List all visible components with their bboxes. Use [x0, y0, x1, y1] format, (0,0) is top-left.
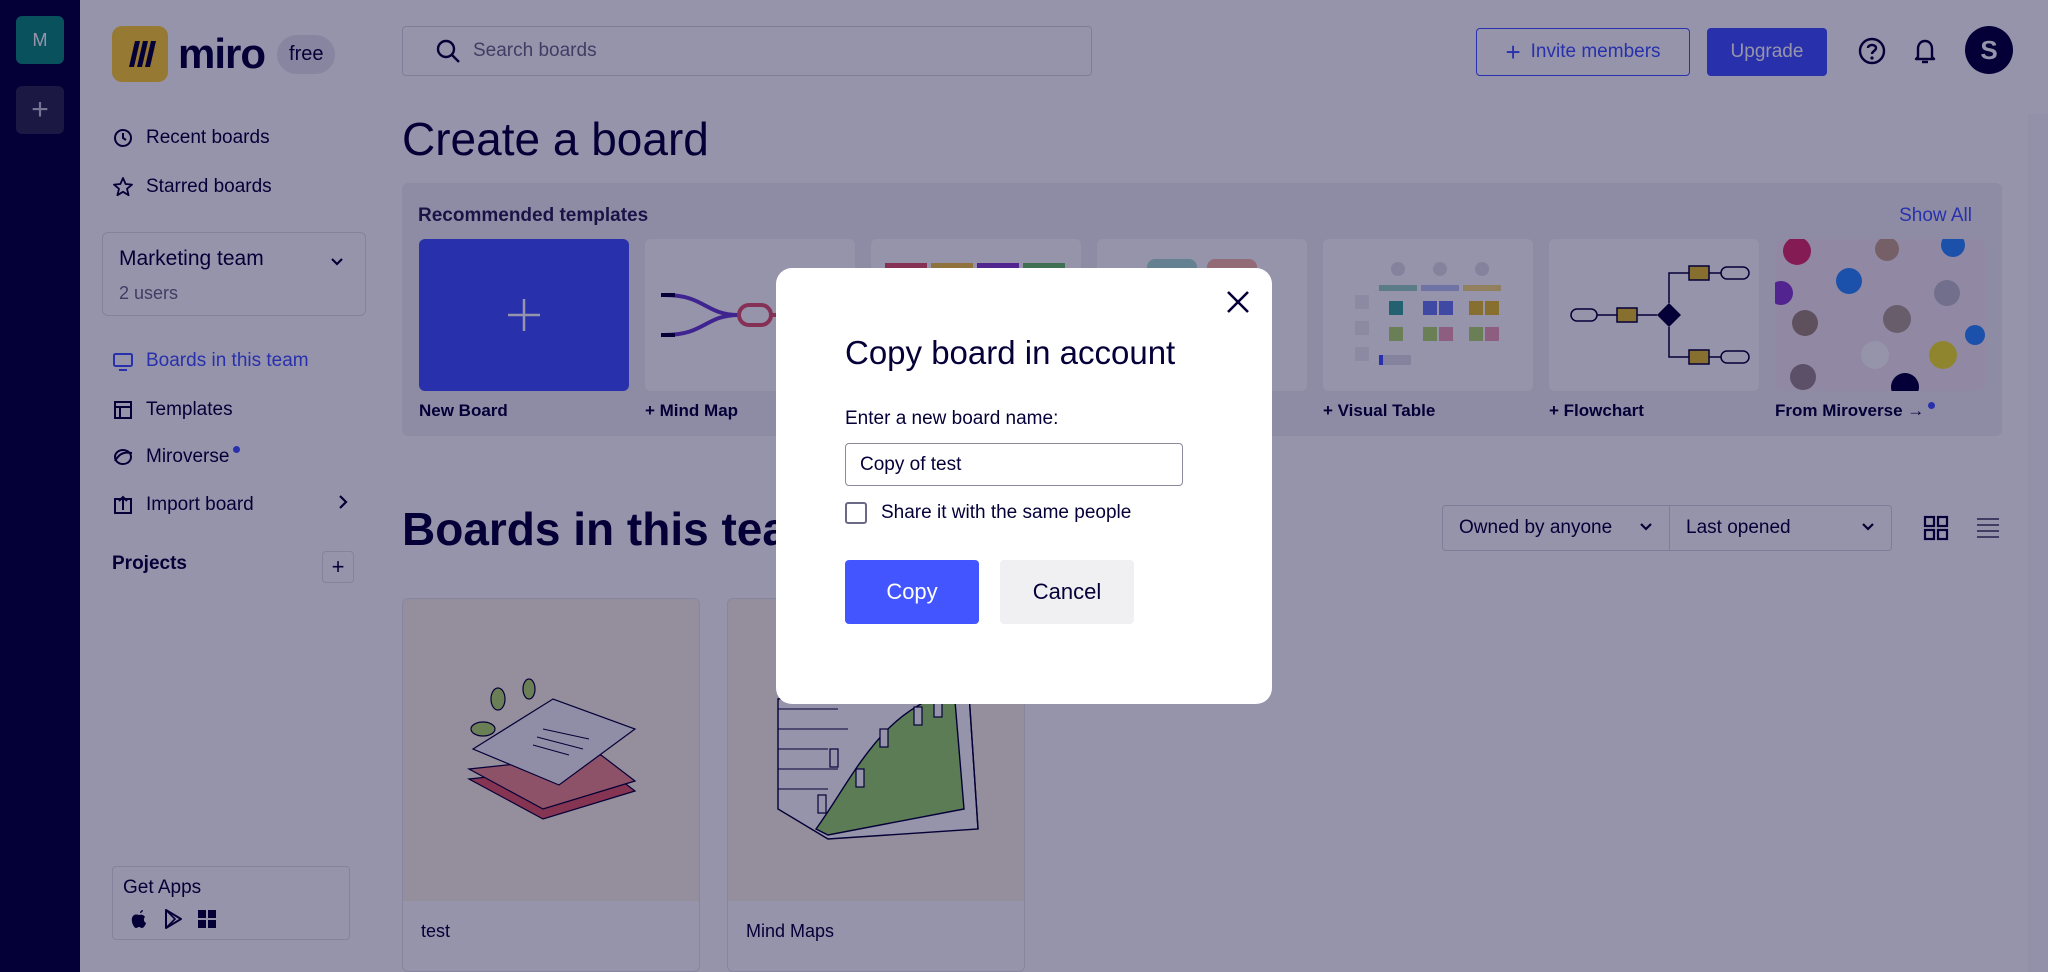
cancel-button[interactable]: Cancel [1000, 560, 1134, 624]
close-icon[interactable] [1220, 284, 1256, 320]
share-same-people-option[interactable]: Share it with the same people [845, 502, 1131, 524]
dialog-title: Copy board in account [845, 334, 1176, 371]
board-name-input[interactable] [845, 443, 1183, 486]
share-same-people-checkbox[interactable] [845, 502, 867, 524]
share-same-people-label: Share it with the same people [881, 502, 1132, 523]
board-name-field-label: Enter a new board name: [845, 408, 1059, 429]
copy-board-dialog: Copy board in account Enter a new board … [776, 268, 1272, 704]
copy-button[interactable]: Copy [845, 560, 979, 624]
